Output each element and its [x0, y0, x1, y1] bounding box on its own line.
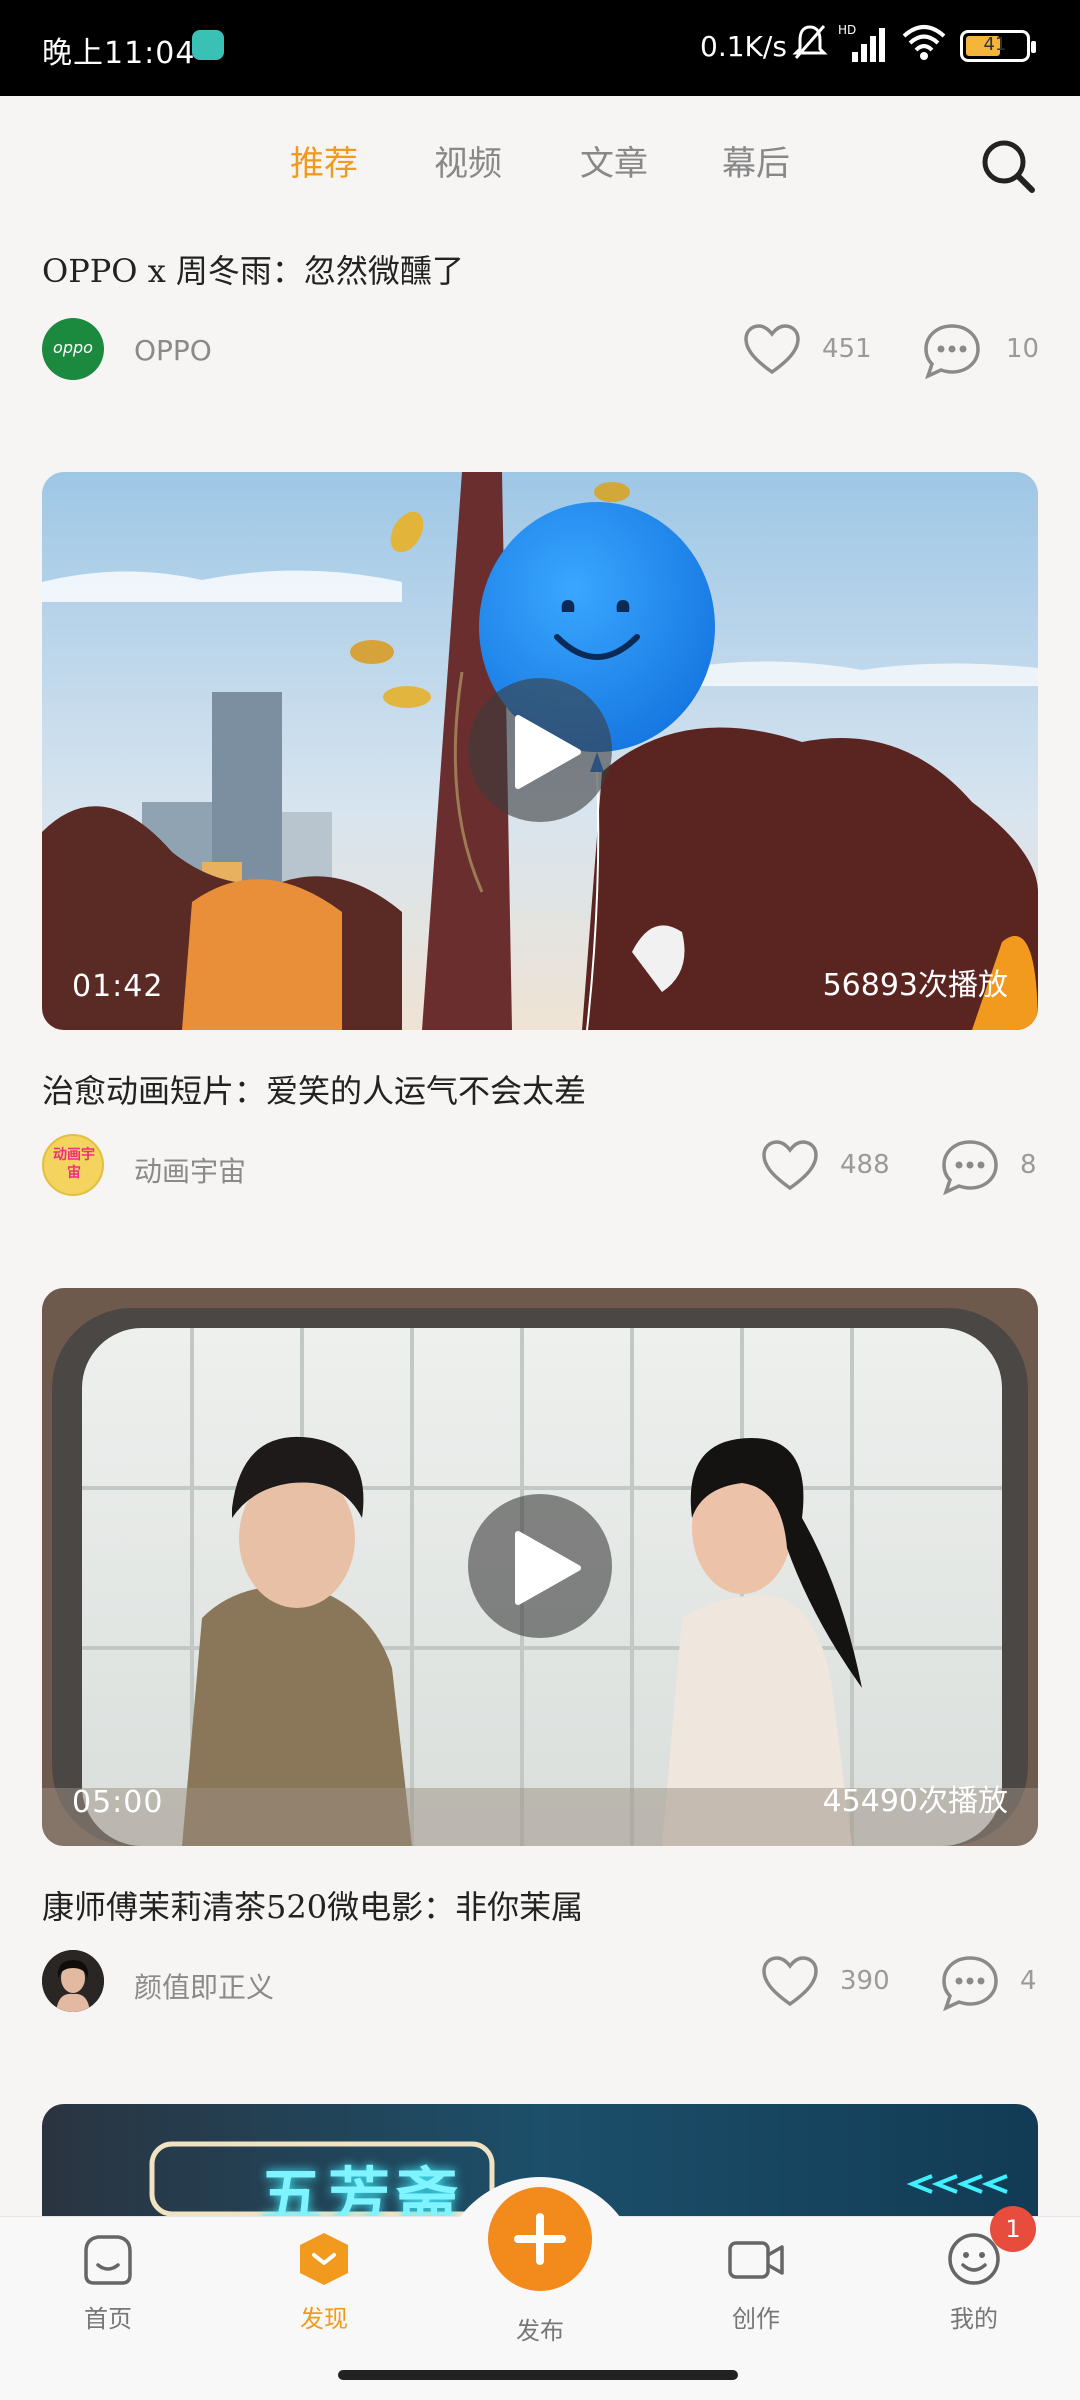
tab-article[interactable]: 文章 — [580, 136, 648, 185]
author-name[interactable]: 颜值即正义 — [134, 1966, 274, 2006]
comment-count: 4 — [1020, 1966, 1037, 1996]
author-name[interactable]: 动画宇宙 — [134, 1150, 246, 1190]
post-title[interactable]: 治愈动画短片：爱笑的人运气不会太差 — [42, 1066, 586, 1112]
like-count: 451 — [822, 334, 872, 364]
avatar[interactable] — [42, 1950, 104, 2012]
avatar-photo — [42, 1950, 104, 2012]
heart-icon[interactable] — [742, 322, 802, 376]
avatar[interactable]: oppo — [42, 318, 104, 380]
status-time: 晚上11:04 — [42, 36, 196, 71]
avatar-text: 动画宇宙 — [53, 1147, 95, 1181]
post-author-row: 动画宇宙 动画宇宙 488 8 — [42, 1134, 1038, 1198]
nav-create-label: 创作 — [732, 2305, 780, 2333]
nav-publish[interactable]: 发布 — [480, 2187, 600, 2346]
video-duration: 05:00 — [72, 1785, 164, 1820]
gesture-home-bar[interactable] — [338, 2370, 738, 2380]
comment-icon[interactable] — [940, 1138, 1000, 1196]
publish-button[interactable] — [488, 2187, 592, 2291]
tab-behind-the-scenes[interactable]: 幕后 — [722, 136, 790, 185]
app-notification-icon — [192, 30, 224, 60]
comment-icon[interactable] — [940, 1954, 1000, 2012]
heart-icon[interactable] — [760, 1954, 820, 2008]
wifi-icon — [902, 25, 946, 60]
status-bar: 晚上11:04 0.1K/s HD 41 — [0, 0, 1080, 96]
video-thumbnail[interactable]: 01:42 56893次播放 — [42, 472, 1038, 1030]
notification-badge: 1 — [990, 2206, 1036, 2252]
play-icon — [515, 1531, 581, 1605]
author-name[interactable]: OPPO — [134, 334, 212, 367]
tab-recommend[interactable]: 推荐 — [290, 136, 358, 185]
comment-count: 8 — [1020, 1150, 1037, 1180]
post-author-row: 颜值即正义 390 4 — [42, 1950, 1038, 2014]
post-title[interactable]: 康师傅茉莉清茶520微电影：非你茉属 — [42, 1882, 583, 1928]
comment-icon[interactable] — [922, 322, 982, 380]
post-author-row: oppo OPPO 451 10 — [42, 318, 1040, 382]
nav-discover-label: 发现 — [300, 2305, 348, 2333]
play-icon — [515, 715, 581, 789]
home-icon — [84, 2235, 132, 2285]
play-count: 56893次播放 — [822, 968, 1008, 1003]
discover-icon — [300, 2233, 348, 2285]
video-thumbnail[interactable]: 05:00 45490次播放 — [42, 1288, 1038, 1846]
signal-hd-icon: HD — [838, 23, 885, 62]
nav-discover[interactable]: 发现 — [264, 2231, 384, 2334]
like-count: 390 — [840, 1966, 890, 1996]
search-icon[interactable] — [978, 136, 1038, 196]
nav-home[interactable]: 首页 — [48, 2231, 168, 2334]
play-button[interactable] — [468, 1494, 612, 1638]
play-count: 45490次播放 — [822, 1784, 1008, 1819]
network-speed: 0.1K/s — [700, 30, 787, 63]
battery-level: 41 — [983, 34, 1007, 55]
nav-publish-label: 发布 — [516, 2317, 564, 2345]
comment-count: 10 — [1006, 334, 1040, 364]
battery-icon: 41 — [960, 30, 1036, 62]
video-camera-icon — [728, 2241, 784, 2279]
nav-create[interactable]: 创作 — [696, 2231, 816, 2334]
video-duration: 01:42 — [72, 969, 164, 1004]
svg-text:HD: HD — [838, 23, 856, 37]
play-button[interactable] — [468, 678, 612, 822]
nav-home-label: 首页 — [84, 2305, 132, 2333]
nav-profile-label: 我的 — [950, 2305, 998, 2333]
post-title[interactable]: OPPO x 周冬雨：忽然微醺了 — [42, 246, 464, 292]
publish-plus-icon — [514, 2213, 566, 2265]
tab-video[interactable]: 视频 — [434, 136, 502, 185]
avatar-text: oppo — [53, 338, 93, 357]
avatar[interactable]: 动画宇宙 — [42, 1134, 104, 1196]
heart-icon[interactable] — [760, 1138, 820, 1192]
top-tab-bar: 推荐 视频 文章 幕后 — [0, 96, 1080, 206]
mute-bell-icon — [792, 25, 828, 59]
like-count: 488 — [840, 1150, 890, 1180]
